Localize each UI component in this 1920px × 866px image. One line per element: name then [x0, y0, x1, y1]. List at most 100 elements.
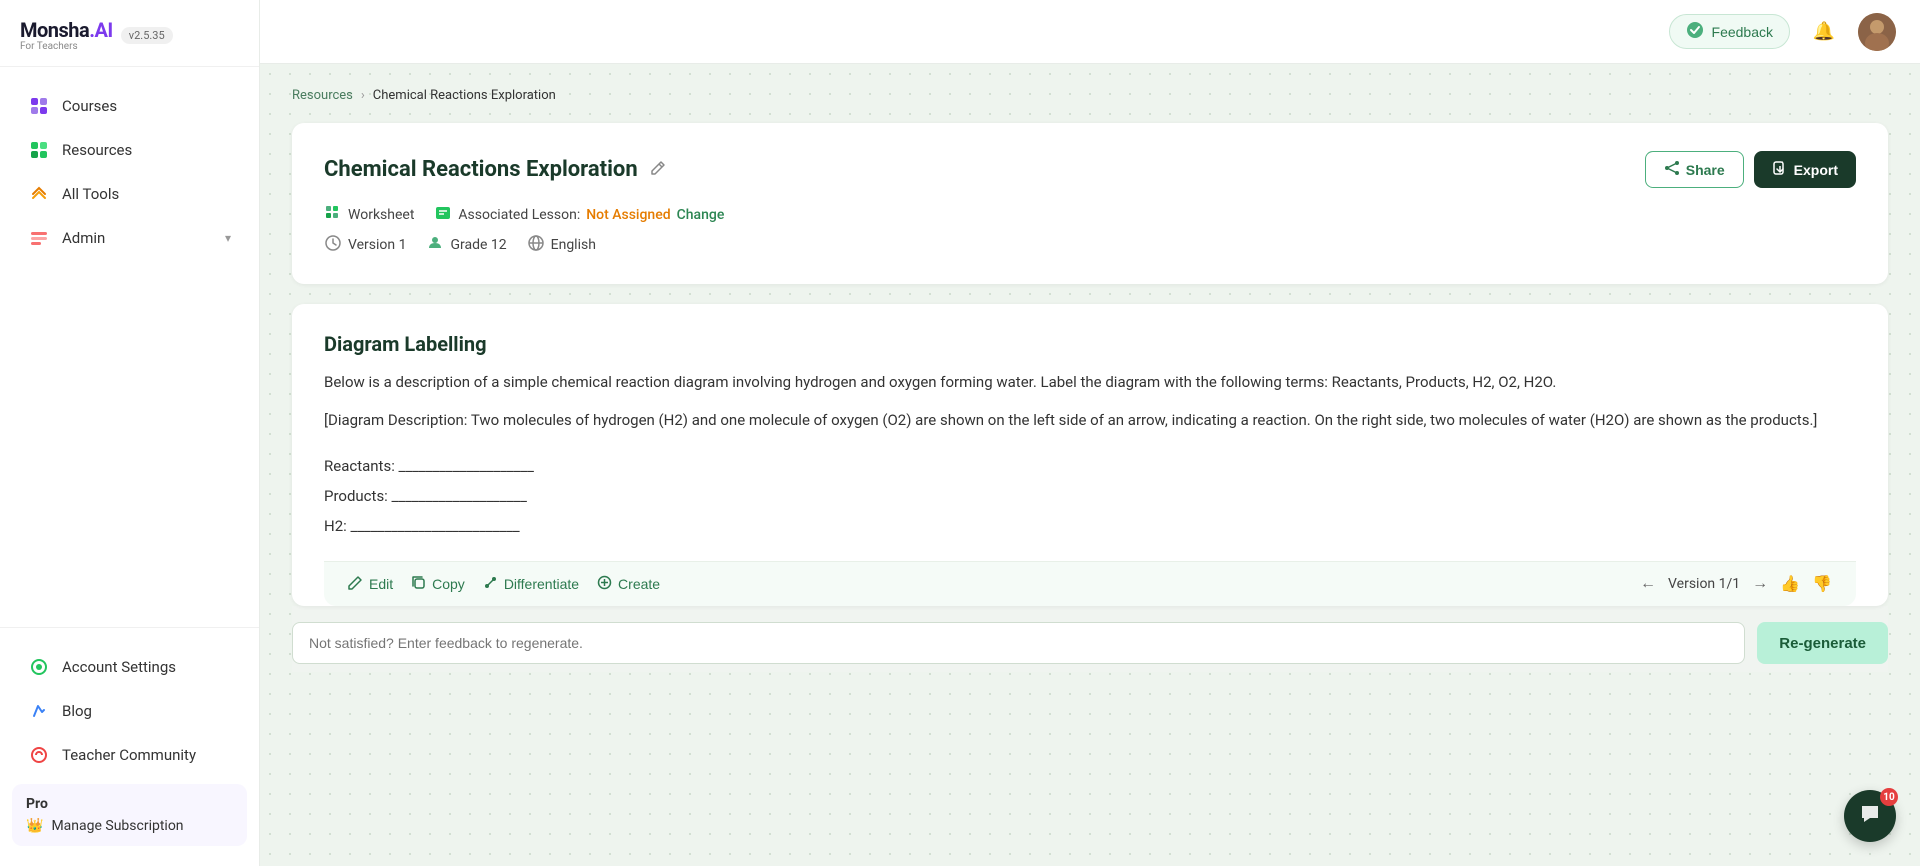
blog-label: Blog: [62, 702, 92, 720]
card-meta-row2: Version 1 Grade 12 English: [324, 234, 1856, 256]
version-meta: Version 1: [324, 234, 406, 256]
teacher-community-label: Teacher Community: [62, 746, 196, 764]
export-label: Export: [1794, 162, 1838, 178]
toolbar-left: Edit Copy Differentiate: [348, 575, 660, 593]
associated-lesson-meta: Associated Lesson: Not Assigned Change: [434, 204, 724, 226]
resources-icon: [28, 139, 50, 161]
fill-line-3: H2: _________________________: [324, 511, 1856, 541]
version-next-button[interactable]: →: [1752, 575, 1768, 593]
manage-subscription-label: Manage Subscription: [51, 818, 183, 834]
create-label: Create: [618, 576, 660, 592]
crown-icon: 👑: [26, 818, 43, 834]
breadcrumb-separator: ›: [361, 88, 365, 103]
share-icon: [1664, 160, 1680, 179]
version-prev-button[interactable]: ←: [1640, 575, 1656, 593]
sidebar-item-admin[interactable]: Admin ▾: [8, 217, 251, 259]
language-label: English: [551, 237, 596, 253]
sidebar-item-all-tools[interactable]: All Tools: [8, 173, 251, 215]
pro-box: Pro 👑 Manage Subscription: [12, 784, 247, 846]
edit-button[interactable]: Edit: [348, 575, 393, 593]
card-actions: Share Export: [1645, 151, 1856, 188]
sidebar-item-resources[interactable]: Resources: [8, 129, 251, 171]
edit-label: Edit: [369, 576, 393, 592]
thumbs-up-button[interactable]: 👍: [1780, 574, 1800, 594]
worksheet-label: Worksheet: [348, 207, 414, 223]
share-button[interactable]: Share: [1645, 151, 1744, 188]
feedback-label: Feedback: [1712, 24, 1773, 40]
copy-icon: [411, 575, 426, 593]
feedback-button[interactable]: Feedback: [1669, 14, 1790, 49]
create-button[interactable]: Create: [597, 575, 660, 593]
sidebar-bottom: Account Settings Blog Teacher Community …: [0, 627, 259, 866]
differentiate-label: Differentiate: [504, 576, 579, 592]
associated-lesson-label: Associated Lesson:: [458, 207, 580, 223]
resources-label: Resources: [62, 141, 132, 159]
lesson-icon: [434, 204, 452, 226]
logo: Monsha.AI For Teachers: [20, 18, 113, 52]
differentiate-button[interactable]: Differentiate: [483, 575, 579, 593]
teacher-community-icon: [28, 744, 50, 766]
courses-icon: [28, 95, 50, 117]
blog-icon: [28, 700, 50, 722]
chat-bubble[interactable]: 10: [1844, 790, 1896, 842]
export-button[interactable]: Export: [1754, 151, 1856, 188]
edit-icon-toolbar: [348, 575, 363, 593]
all-tools-label: All Tools: [62, 185, 119, 203]
version-label: Version 1: [348, 237, 406, 253]
manage-subscription[interactable]: 👑 Manage Subscription: [26, 818, 233, 834]
breadcrumb-current: Chemical Reactions Exploration: [373, 88, 556, 103]
bell-icon: 🔔: [1813, 21, 1835, 42]
copy-label: Copy: [432, 576, 465, 592]
feedback-input[interactable]: [292, 622, 1745, 664]
account-settings-label: Account Settings: [62, 658, 176, 676]
sidebar-item-account-settings[interactable]: Account Settings: [8, 646, 251, 688]
worksheet-icon: [324, 204, 342, 226]
admin-icon: [28, 227, 50, 249]
notification-button[interactable]: 🔔: [1806, 14, 1842, 50]
content-toolbar: Edit Copy Differentiate: [324, 561, 1856, 606]
card-header: Chemical Reactions Exploration Share: [324, 151, 1856, 188]
worksheet-meta: Worksheet: [324, 204, 414, 226]
copy-button[interactable]: Copy: [411, 575, 465, 593]
fill-line-1: Reactants: ____________________: [324, 451, 1856, 481]
resource-title: Chemical Reactions Exploration: [324, 157, 638, 182]
main-nav: Courses Resources All Tools Admin ▾: [0, 67, 259, 627]
diagram-description: [Diagram Description: Two molecules of h…: [324, 408, 1856, 434]
sidebar-item-blog[interactable]: Blog: [8, 690, 251, 732]
differentiate-icon: [483, 575, 498, 593]
not-assigned-label: Not Assigned: [586, 207, 670, 223]
sidebar-item-courses[interactable]: Courses: [8, 85, 251, 127]
section-title: Diagram Labelling: [324, 332, 1856, 356]
language-meta: English: [527, 234, 596, 256]
grade-label: Grade 12: [450, 237, 506, 253]
regenerate-bar: Re-generate: [292, 606, 1888, 672]
admin-arrow: ▾: [225, 231, 231, 245]
grade-meta: Grade 12: [426, 234, 506, 256]
sidebar: Monsha.AI For Teachers v2.5.35 Courses R…: [0, 0, 260, 866]
main-content: Feedback 🔔 Resources › Chemical Reaction…: [260, 0, 1920, 866]
version-icon: [324, 234, 342, 256]
create-icon: [597, 575, 612, 593]
pro-label: Pro: [26, 796, 233, 812]
share-label: Share: [1686, 162, 1725, 178]
grade-icon: [426, 234, 444, 256]
sidebar-item-teacher-community[interactable]: Teacher Community: [8, 734, 251, 776]
language-icon: [527, 234, 545, 256]
fill-line-2: Products: ____________________: [324, 481, 1856, 511]
change-link[interactable]: Change: [677, 207, 725, 223]
content-area: Resources › Chemical Reactions Explorati…: [260, 64, 1920, 866]
logo-area: Monsha.AI For Teachers v2.5.35: [0, 0, 259, 67]
breadcrumb-resources[interactable]: Resources: [292, 88, 353, 103]
all-tools-icon: [28, 183, 50, 205]
section-description: Below is a description of a simple chemi…: [324, 370, 1856, 396]
courses-label: Courses: [62, 97, 117, 115]
topbar: Feedback 🔔: [260, 0, 1920, 64]
admin-label: Admin: [62, 229, 105, 247]
version-display: Version 1/1: [1668, 576, 1740, 592]
avatar[interactable]: [1858, 13, 1896, 51]
chat-badge: 10: [1880, 788, 1898, 806]
feedback-icon: [1686, 21, 1704, 42]
thumbs-down-button[interactable]: 👎: [1812, 574, 1832, 594]
edit-icon[interactable]: [650, 160, 666, 180]
regenerate-button[interactable]: Re-generate: [1757, 622, 1888, 664]
